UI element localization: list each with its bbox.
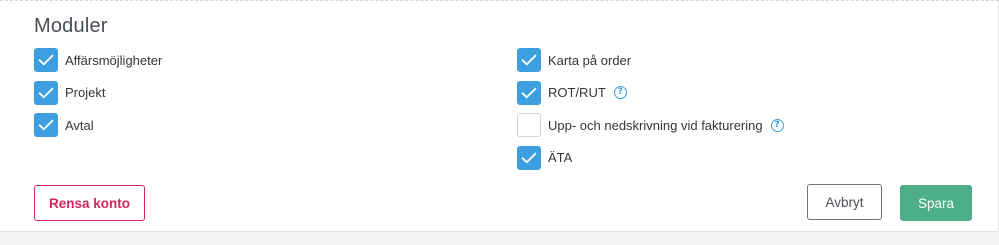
module-rot-rut[interactable]: ROT/RUT ? [517, 80, 784, 105]
modules-panel: Moduler Affärsmöjligheter Projekt Avtal [0, 0, 999, 232]
module-label: ÄTA [548, 150, 573, 165]
module-ata[interactable]: ÄTA [517, 145, 784, 170]
checkbox-checked-icon[interactable] [517, 145, 541, 170]
modules-left-column: Affärsmöjligheter Projekt Avtal [34, 48, 162, 146]
module-label: ROT/RUT [548, 85, 606, 100]
module-karta-pa-order[interactable]: Karta på order [517, 48, 784, 72]
help-icon[interactable]: ? [613, 86, 627, 99]
checkbox-unchecked-icon[interactable] [517, 113, 541, 137]
modules-right-column: Karta på order ROT/RUT ? Upp- och nedskr… [517, 48, 784, 178]
checkbox-checked-icon[interactable] [34, 80, 58, 105]
help-icon[interactable]: ? [770, 118, 784, 132]
clear-account-button[interactable]: Rensa konto [34, 185, 145, 221]
module-upp-och-nedskrivning[interactable]: Upp- och nedskrivning vid fakturering ? [517, 113, 784, 137]
module-label: Karta på order [548, 52, 632, 68]
module-label: Upp- och nedskrivning vid fakturering [548, 117, 763, 133]
module-projekt[interactable]: Projekt [34, 80, 162, 105]
module-label: Avtal [65, 117, 94, 133]
save-button[interactable]: Spara [900, 185, 972, 221]
module-label: Affärsmöjligheter [65, 52, 163, 68]
module-label: Projekt [65, 85, 106, 100]
cancel-button[interactable]: Avbryt [807, 184, 882, 220]
module-affarsmojligheter[interactable]: Affärsmöjligheter [34, 48, 162, 72]
checkbox-checked-icon[interactable] [34, 113, 58, 137]
checkbox-checked-icon[interactable] [517, 48, 541, 72]
checkbox-checked-icon[interactable] [34, 48, 58, 72]
checkbox-checked-icon[interactable] [517, 80, 541, 105]
module-avtal[interactable]: Avtal [34, 113, 162, 137]
section-title: Moduler [34, 15, 108, 37]
